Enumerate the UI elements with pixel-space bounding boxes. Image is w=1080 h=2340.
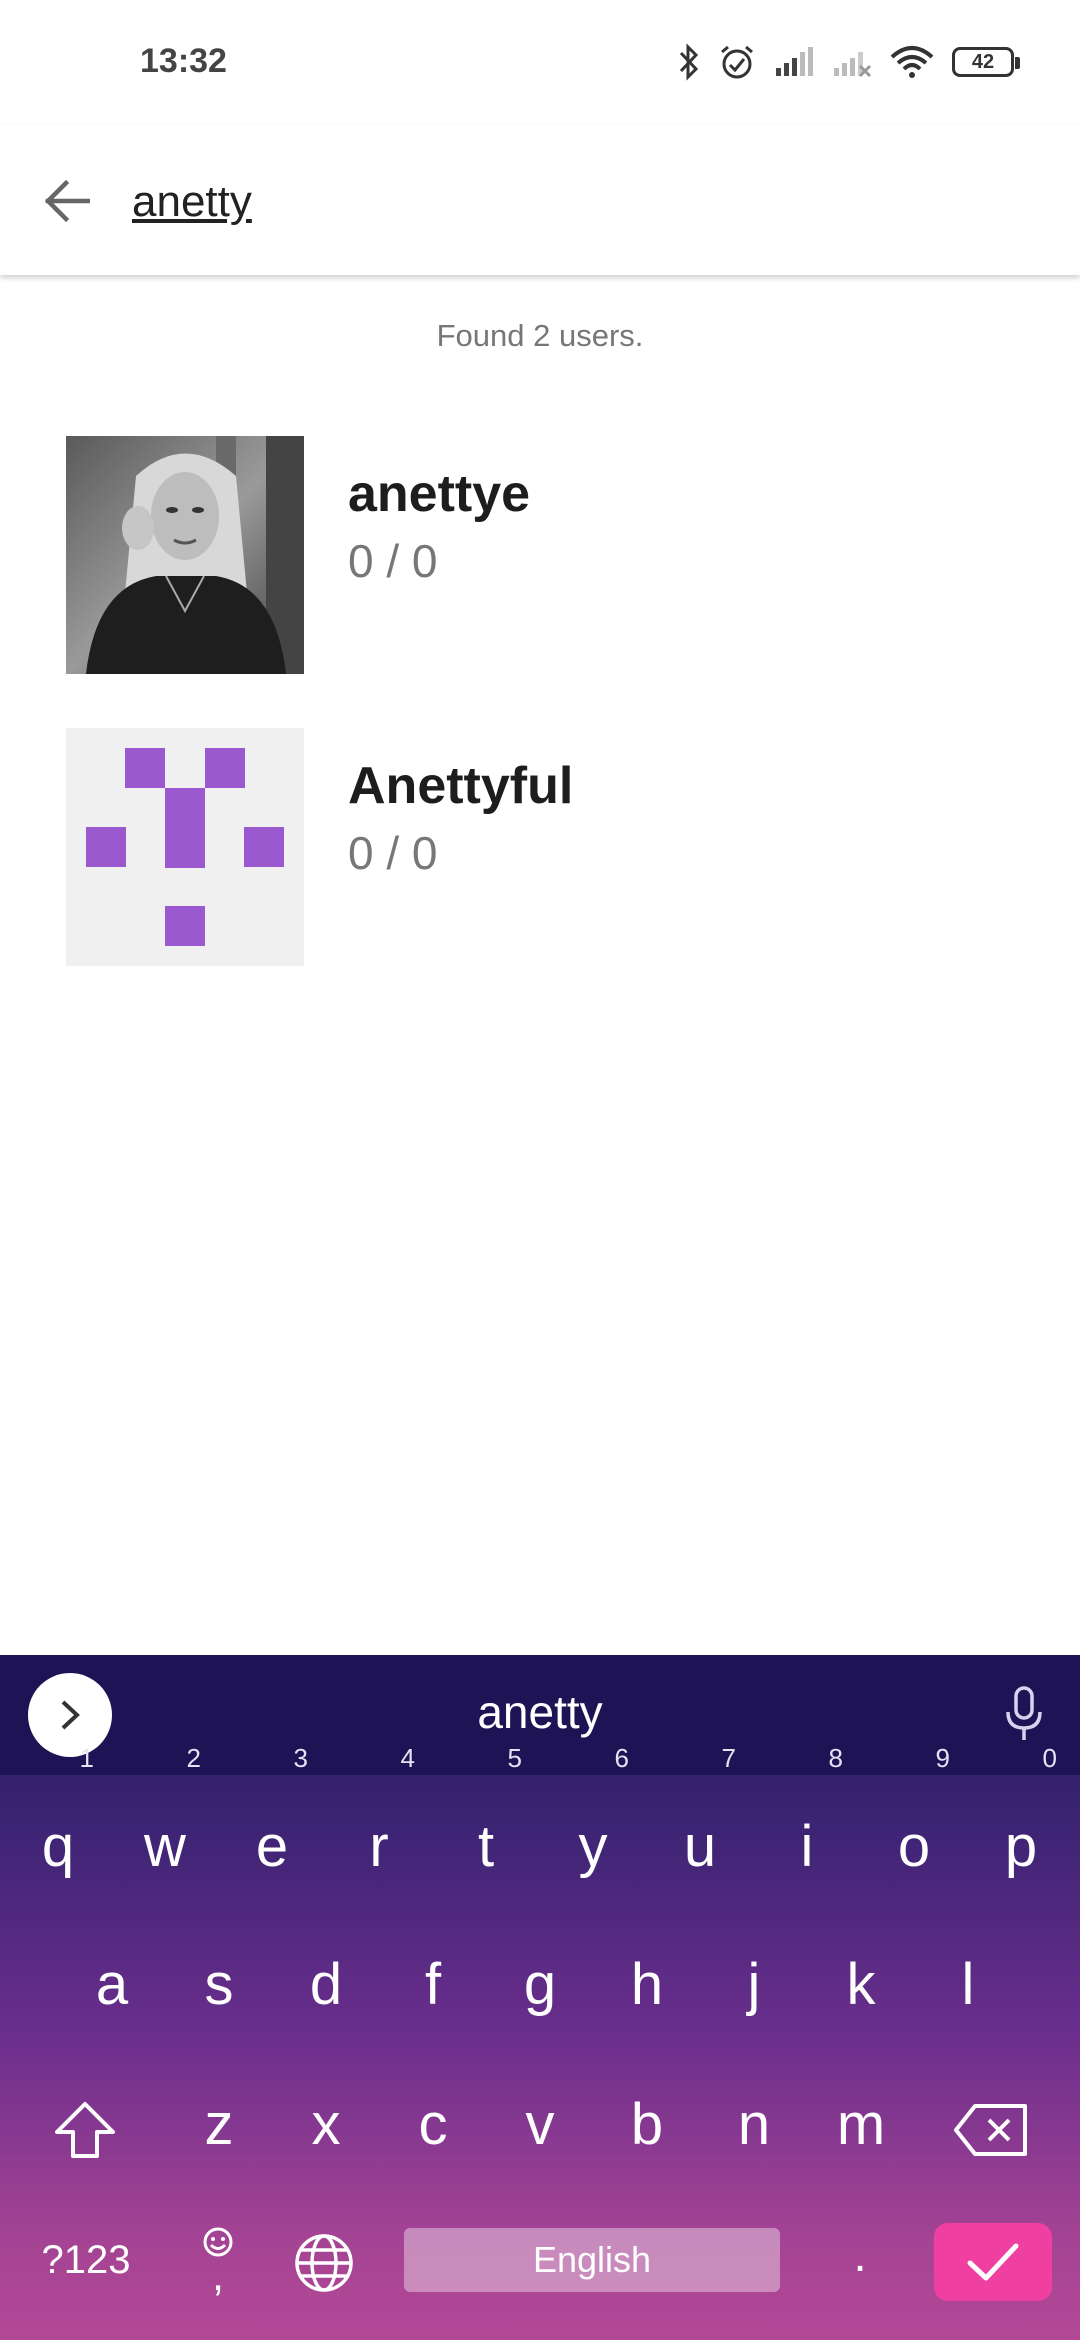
key-k[interactable]: k (811, 1925, 911, 2045)
key-s[interactable]: s (169, 1925, 269, 2045)
user-name: Anettyful (348, 757, 574, 815)
user-avatar-photo (66, 436, 304, 674)
key-x[interactable]: x (276, 2065, 376, 2185)
key-o[interactable]: o9 (864, 1745, 964, 1907)
shift-key[interactable] (40, 2085, 130, 2175)
key-m[interactable]: m (811, 2065, 911, 2185)
backspace-key[interactable] (946, 2087, 1036, 2173)
space-key[interactable]: English (404, 2228, 780, 2292)
keyboard-suggestion[interactable]: anetty (340, 1685, 740, 1739)
backspace-icon (954, 2104, 1027, 2156)
key-g[interactable]: g (490, 1925, 590, 2045)
alarm-icon (721, 45, 753, 79)
arrow-left-icon (44, 179, 90, 223)
key-r[interactable]: r4 (329, 1745, 429, 1907)
key-w[interactable]: w2 (115, 1745, 215, 1907)
symbols-key[interactable]: ?123 (24, 2225, 148, 2295)
soft-keyboard: anetty q1 w2 e3 r4 t5 y6 u7 i8 o9 p0 a s… (0, 1655, 1080, 2340)
check-icon (967, 2243, 1019, 2281)
key-h[interactable]: h (597, 1925, 697, 2045)
key-l[interactable]: l (918, 1925, 1018, 2045)
signal-off-icon (834, 52, 872, 78)
status-bar: 13:32 42 (0, 0, 1080, 125)
period-key[interactable]: . (820, 2215, 900, 2295)
key-e[interactable]: e3 (222, 1745, 322, 1907)
mic-button[interactable] (996, 1679, 1052, 1749)
key-c[interactable]: c (383, 2065, 483, 2185)
keyboard-expand-button[interactable] (28, 1673, 112, 1757)
search-input[interactable] (132, 167, 1012, 237)
key-t[interactable]: t5 (436, 1745, 536, 1907)
chevron-right-icon (61, 1700, 80, 1730)
user-stats: 0 / 0 (348, 535, 438, 587)
user-stats: 0 / 0 (348, 827, 438, 879)
back-button[interactable] (30, 165, 102, 237)
wifi-icon (890, 46, 934, 78)
globe-icon (295, 2234, 353, 2292)
key-u[interactable]: u7 (650, 1745, 750, 1907)
status-time: 13:32 (140, 42, 227, 80)
key-n[interactable]: n (704, 2065, 804, 2185)
key-b[interactable]: b (597, 2065, 697, 2185)
signal-icon (776, 47, 813, 76)
enter-key[interactable] (934, 2223, 1052, 2301)
key-q[interactable]: q1 (8, 1745, 108, 1907)
key-p[interactable]: p0 (971, 1745, 1071, 1907)
battery-icon: 42 (952, 47, 1020, 77)
emoji-comma-key[interactable]: , (180, 2215, 256, 2305)
key-v[interactable]: v (490, 2065, 590, 2185)
key-a[interactable]: a (62, 1925, 162, 2045)
key-y[interactable]: y6 (543, 1745, 643, 1907)
bluetooth-icon (679, 43, 699, 81)
key-z[interactable]: z (169, 2065, 269, 2185)
user-avatar-identicon (66, 728, 304, 966)
keyboard-suggestion-bar: anetty (0, 1655, 1080, 1775)
key-d[interactable]: d (276, 1925, 376, 2045)
mic-icon (1006, 1686, 1042, 1740)
key-j[interactable]: j (704, 1925, 804, 2045)
shift-icon (55, 2102, 115, 2158)
key-i[interactable]: i8 (757, 1745, 857, 1907)
status-icons: 42 (678, 40, 1020, 84)
battery-level: 42 (971, 50, 995, 73)
language-key[interactable] (284, 2223, 364, 2303)
results-summary: Found 2 users. (436, 318, 644, 353)
user-result-item[interactable]: Anettyful 0 / 0 (66, 728, 1066, 966)
user-result-item[interactable]: anettye 0 / 0 (66, 436, 1066, 674)
user-name: anettye (348, 465, 531, 523)
comma-label: , (211, 2251, 225, 2300)
key-f[interactable]: f (383, 1925, 483, 2045)
search-toolbar (0, 125, 1080, 275)
